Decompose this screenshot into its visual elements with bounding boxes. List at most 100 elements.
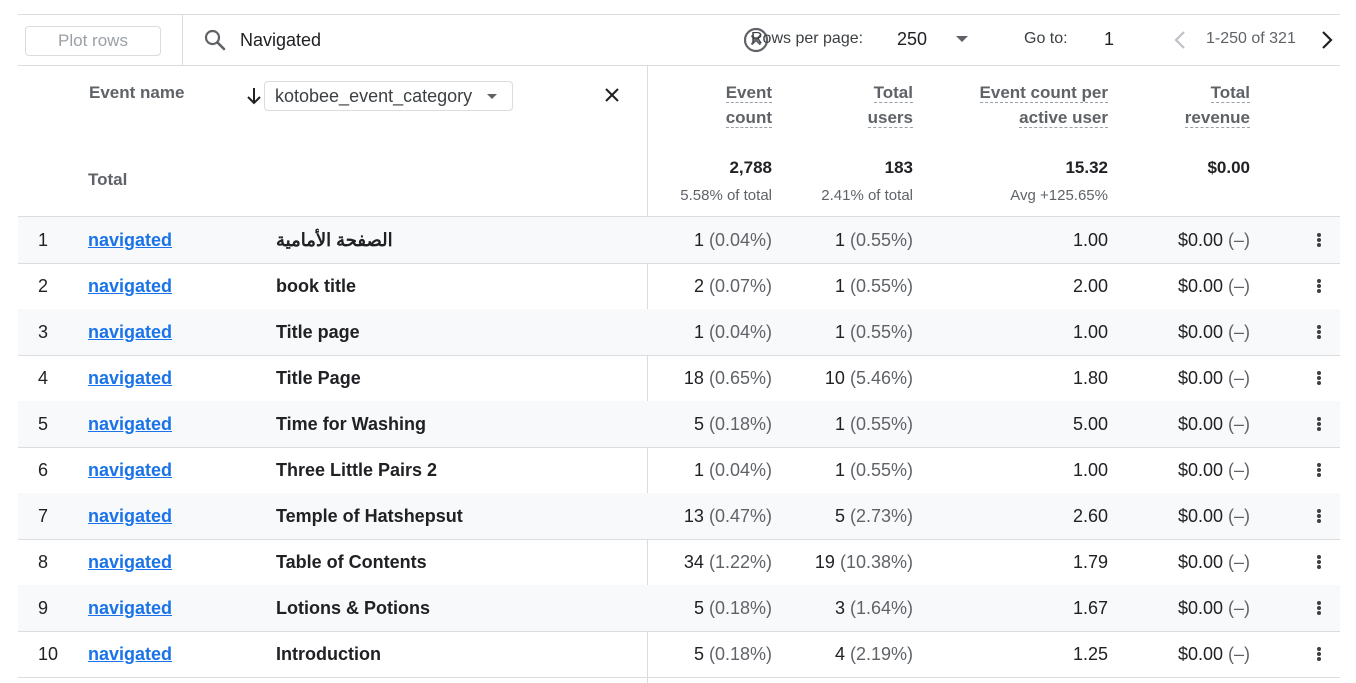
event-count-percent: (1.22%) — [708, 552, 772, 572]
revenue-cell: $0.00 (–) — [1178, 217, 1250, 263]
event-count-value: 2 — [693, 276, 704, 296]
event-name-column-header[interactable]: Event name — [89, 83, 184, 103]
table-row: 6 navigated Three Little Pairs 2 1 (0.04%) 1… — [18, 447, 1340, 494]
plot-rows-button[interactable]: Plot rows — [25, 26, 161, 56]
sort-arrow-down-icon[interactable] — [245, 86, 263, 106]
chevron-left-icon[interactable] — [1170, 28, 1192, 52]
go-to-input[interactable]: 1 — [1104, 29, 1114, 50]
event-name-link[interactable]: navigated — [88, 585, 172, 631]
event-count-percent: (0.65%) — [708, 368, 772, 388]
event-category: Three Little Pairs 2 — [276, 460, 438, 480]
revenue-value: $0.00 — [1177, 506, 1223, 526]
users-percent: (0.55%) — [849, 322, 913, 342]
revenue-value: $0.00 — [1177, 322, 1223, 342]
per-user-cell: 1.00 — [1072, 230, 1108, 250]
event-category: Table of Contents — [276, 552, 427, 572]
event-count-value: 13 — [683, 506, 704, 526]
total-users-cell: 4 (2.19%) — [835, 631, 913, 677]
row-index: 10 — [38, 644, 59, 664]
row-menu-icon[interactable] — [1316, 233, 1322, 247]
row-menu-icon[interactable] — [1316, 509, 1322, 523]
revenue-percent: (–) — [1228, 506, 1250, 526]
event-name-link[interactable]: navigated — [88, 539, 172, 585]
secondary-dimension-label: kotobee_event_category — [275, 86, 473, 106]
secondary-dimension-select[interactable]: kotobee_event_category — [264, 81, 513, 111]
per-user-cell: 2.60 — [1072, 506, 1108, 526]
total-users-cell: 1 (0.55%) — [835, 217, 913, 263]
row-index: 3 — [38, 322, 49, 342]
remove-dimension-close-icon[interactable] — [604, 87, 620, 103]
event-count-percent: (0.18%) — [708, 598, 772, 618]
row-menu-icon[interactable] — [1316, 325, 1322, 339]
event-name-link[interactable]: navigated — [88, 493, 172, 539]
total-users-cell: 1 (0.55%) — [835, 401, 913, 447]
row-menu-icon[interactable] — [1316, 647, 1322, 661]
table-row: 3 navigated Title page 1 (0.04%) 1 (0.55%) 1.… — [18, 309, 1340, 356]
total-event-count-per-user: 15.32 — [1065, 158, 1108, 177]
revenue-cell: $0.00 (–) — [1178, 493, 1250, 539]
revenue-value: $0.00 — [1177, 460, 1223, 480]
dropdown-arrow-icon — [487, 94, 497, 99]
event-name-link[interactable]: navigated — [88, 447, 172, 493]
rows-per-page-dropdown-icon[interactable] — [956, 36, 968, 42]
event-name-link[interactable]: navigated — [88, 309, 172, 355]
row-menu-icon[interactable] — [1316, 371, 1322, 385]
row-menu-icon[interactable] — [1316, 463, 1322, 477]
event-count-cell: 1 (0.04%) — [694, 447, 772, 493]
event-name-link[interactable]: navigated — [88, 355, 172, 401]
users-percent: (0.55%) — [849, 276, 913, 296]
table-row: 7 navigated Temple of Hatshepsut 13 (0.47%)… — [18, 493, 1340, 540]
search-input[interactable] — [240, 28, 540, 52]
event-count-value: 5 — [693, 414, 704, 434]
chevron-right-icon[interactable] — [1315, 28, 1337, 52]
users-value: 1 — [834, 460, 845, 480]
event-name-link[interactable]: navigated — [88, 401, 172, 447]
table-header — [18, 65, 1340, 217]
event-count-cell: 5 (0.18%) — [694, 631, 772, 677]
rows-per-page-label: Rows per page: — [751, 30, 864, 47]
event-count-cell: 34 (1.22%) — [684, 539, 772, 585]
table-row: 4 navigated Title Page 18 (0.65%) 10 (5.46%)… — [18, 355, 1340, 402]
event-count-cell: 13 (0.47%) — [684, 493, 772, 539]
revenue-percent: (–) — [1228, 598, 1250, 618]
per-user-avg-change: Avg +125.65% — [1010, 187, 1108, 204]
users-percent: (2.73%) — [849, 506, 913, 526]
event-count-per-user-column-header[interactable]: Event count per active user — [979, 80, 1108, 130]
totals-label: Total — [88, 170, 128, 189]
rows-per-page-select[interactable]: 250 — [897, 29, 927, 50]
total-users-cell: 1 (0.55%) — [835, 309, 913, 355]
per-user-cell: 1.79 — [1072, 552, 1108, 572]
event-count-percent: (0.18%) — [708, 414, 772, 434]
users-value: 1 — [834, 276, 845, 296]
event-count-value: 34 — [683, 552, 704, 572]
total-users-column-header[interactable]: Total users — [867, 80, 913, 130]
event-name-link[interactable]: navigated — [88, 217, 172, 263]
event-count-cell: 1 (0.04%) — [694, 217, 772, 263]
revenue-percent: (–) — [1228, 552, 1250, 572]
toolbar-divider — [182, 15, 183, 65]
total-revenue-value: $0.00 — [1207, 158, 1250, 177]
users-percent: (1.64%) — [849, 598, 913, 618]
row-menu-icon[interactable] — [1316, 417, 1322, 431]
revenue-cell: $0.00 (–) — [1178, 263, 1250, 309]
event-count-column-header[interactable]: Event count — [725, 80, 772, 130]
total-revenue-column-header[interactable]: Total revenue — [1184, 80, 1250, 130]
per-user-cell: 1.67 — [1072, 598, 1108, 618]
event-count-value: 1 — [693, 322, 704, 342]
total-users-cell: 5 (2.73%) — [835, 493, 913, 539]
event-category: Introduction — [276, 644, 381, 664]
total-users-cell: 10 (5.46%) — [825, 355, 913, 401]
event-count-cell: 18 (0.65%) — [684, 355, 772, 401]
row-menu-icon[interactable] — [1316, 555, 1322, 569]
total-users-cell: 1 (0.55%) — [835, 263, 913, 309]
event-name-link[interactable]: navigated — [88, 631, 172, 677]
row-menu-icon[interactable] — [1316, 279, 1322, 293]
event-count-cell: 5 (0.18%) — [694, 585, 772, 631]
event-name-link[interactable]: navigated — [88, 263, 172, 309]
users-value: 1 — [834, 322, 845, 342]
row-menu-icon[interactable] — [1316, 601, 1322, 615]
row-index: 6 — [38, 460, 49, 480]
users-value: 3 — [834, 598, 845, 618]
users-value: 4 — [834, 644, 845, 664]
row-index: 5 — [38, 414, 49, 434]
